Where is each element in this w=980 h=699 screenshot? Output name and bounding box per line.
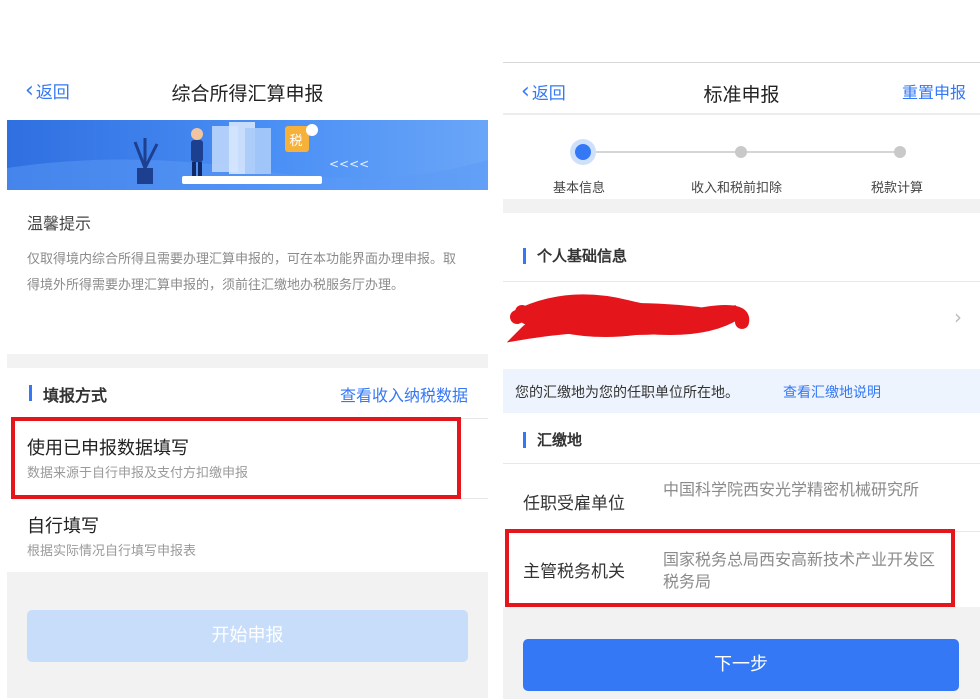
highlight-box bbox=[505, 529, 955, 607]
step-dot-active bbox=[575, 144, 591, 160]
tax-char: 税 bbox=[289, 134, 302, 149]
notice-text: 您的汇缴地为您的任职单位所在地。 bbox=[515, 385, 739, 401]
nav-divider bbox=[503, 113, 980, 115]
arrows-decoration: <<<< bbox=[329, 157, 369, 171]
personal-info-header: 个人基础信息 bbox=[503, 231, 980, 281]
row-value: 中国科学院西安光学精密机械研究所 bbox=[663, 480, 920, 499]
reset-declaration-button[interactable]: 重置申报 bbox=[902, 79, 966, 103]
divider bbox=[503, 281, 980, 282]
section-marker bbox=[29, 385, 32, 401]
employer-row: 任职受雇单位 中国科学院西安光学精密机械研究所 bbox=[503, 463, 980, 531]
row-label: 任职受雇单位 bbox=[523, 494, 625, 514]
progress-stepper: 基本信息 收入和税前扣除 税款计算 bbox=[503, 133, 980, 196]
step-dot bbox=[735, 146, 747, 158]
section-title: 汇缴地 bbox=[537, 431, 583, 449]
remit-location-notice: 您的汇缴地为您的任职单位所在地。 查看汇缴地说明 bbox=[503, 369, 980, 413]
view-remit-explanation-link[interactable]: 查看汇缴地说明 bbox=[783, 382, 881, 402]
left-phone-screen: ‹ 返回 综合所得汇算申报 税 <<<< 温馨提示 仅取得境内综合所得且需要办理… bbox=[7, 62, 488, 698]
section-gap bbox=[7, 354, 488, 368]
personal-info-row[interactable]: › bbox=[503, 283, 980, 357]
chevron-right-icon: › bbox=[954, 305, 962, 329]
step-label-income-deduction: 收入和税前扣除 bbox=[691, 181, 783, 196]
fill-method-header: 填报方式 查看收入纳税数据 bbox=[7, 368, 488, 418]
section-marker bbox=[523, 432, 526, 448]
section-title: 个人基础信息 bbox=[537, 247, 628, 265]
step-label-tax-calc: 税款计算 bbox=[871, 181, 924, 196]
tips-body: 仅取得境内综合所得且需要办理汇算申报的，可在本功能界面办理申报。取得境外所得需要… bbox=[27, 252, 457, 293]
view-income-tax-data-link[interactable]: 查看收入纳税数据 bbox=[340, 382, 468, 406]
tips-title: 温馨提示 bbox=[27, 214, 92, 233]
page-title: 综合所得汇算申报 bbox=[171, 83, 324, 105]
highlight-box bbox=[11, 417, 461, 499]
option-self-fill[interactable]: 自行填写 根据实际情况自行填写申报表 bbox=[7, 498, 488, 572]
start-declaration-button[interactable]: 开始申报 bbox=[27, 610, 468, 662]
right-phone-screen: ‹ 返回 标准申报 重置申报 基本信息 收入和税前扣除 税款计算 个人基础信息 … bbox=[503, 62, 980, 699]
next-step-button[interactable]: 下一步 bbox=[523, 639, 959, 691]
left-nav-bar: ‹ 返回 综合所得汇算申报 bbox=[7, 62, 488, 120]
section-title: 填报方式 bbox=[43, 386, 108, 405]
option-title: 自行填写 bbox=[27, 516, 99, 537]
step-label-basic-info: 基本信息 bbox=[553, 181, 606, 196]
section-gap bbox=[503, 199, 980, 213]
banner-illustration: 税 <<<< bbox=[7, 120, 488, 190]
section-marker bbox=[523, 248, 526, 264]
option-desc: 根据实际情况自行填写申报表 bbox=[27, 544, 197, 559]
redacted-name-scribble bbox=[507, 294, 750, 343]
step-dot bbox=[894, 146, 906, 158]
remit-location-header: 汇缴地 bbox=[503, 415, 980, 465]
